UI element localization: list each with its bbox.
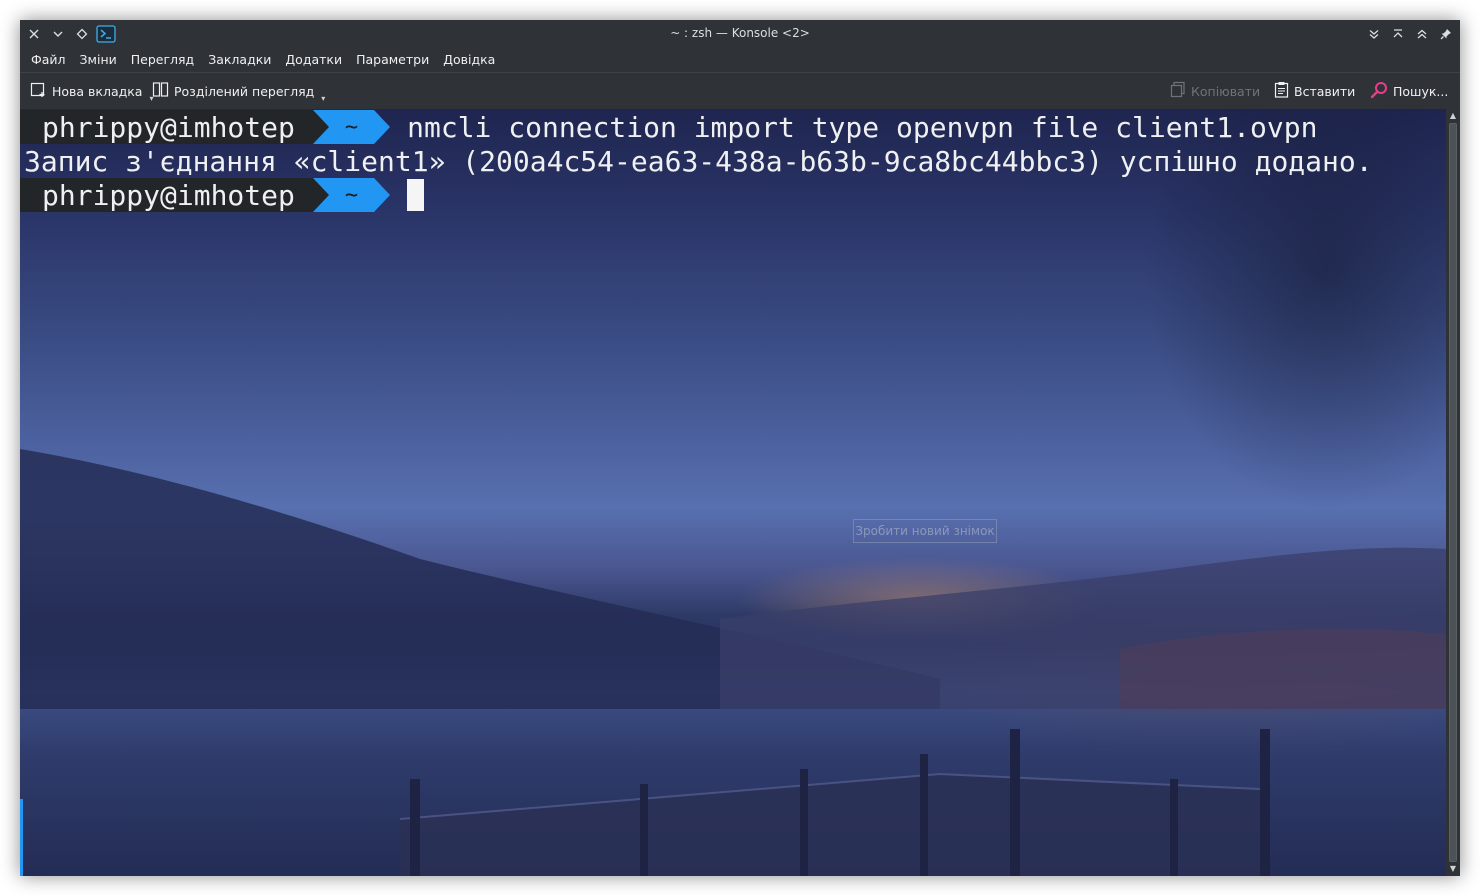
pin-icon[interactable] xyxy=(1436,24,1456,44)
menu-bar: Файл Зміни Перегляд Закладки Додатки Пар… xyxy=(20,48,1460,72)
menu-plugins[interactable]: Додатки xyxy=(278,48,349,72)
copy-label: Копіювати xyxy=(1191,83,1261,99)
menu-help[interactable]: Довідка xyxy=(436,48,502,72)
new-tab-label: Нова вкладка xyxy=(52,83,143,99)
scroll-thumb[interactable] xyxy=(1449,123,1457,862)
scroll-down-icon[interactable]: ▼ xyxy=(1446,863,1460,875)
terminal-view[interactable]: phrippy@imhotep ~ nmcli connection impor… xyxy=(20,109,1446,876)
prompt-user: phrippy@imhotep xyxy=(20,110,313,144)
menu-view[interactable]: Перегляд xyxy=(124,48,201,72)
background-tree xyxy=(1026,109,1446,709)
prompt-separator xyxy=(312,110,329,144)
command-output: Запис з'єднання «client1» (200a4c54-ea63… xyxy=(24,144,1373,178)
maximize-icon[interactable] xyxy=(1388,24,1408,44)
window-title: ~ : zsh — Konsole <2> xyxy=(670,26,810,40)
split-view-button[interactable]: Розділений перегляд ▾ xyxy=(152,73,325,109)
menu-settings[interactable]: Параметри xyxy=(349,48,436,72)
title-bar: ~ : zsh — Konsole <2> xyxy=(20,20,1460,48)
copy-button[interactable]: Копіювати xyxy=(1170,73,1260,109)
split-view-icon xyxy=(152,81,169,101)
prompt-user: phrippy@imhotep xyxy=(20,178,313,212)
prompt-separator-end xyxy=(374,110,391,144)
konsole-window: ~ : zsh — Konsole <2> Файл Зміни Перегля… xyxy=(20,20,1460,876)
text-cursor xyxy=(407,179,425,211)
new-tab-icon xyxy=(30,81,47,101)
search-label: Пошук... xyxy=(1393,83,1449,99)
menu-file[interactable]: Файл xyxy=(24,48,73,72)
activity-marker xyxy=(20,799,23,876)
prompt-dir: ~ xyxy=(328,178,375,212)
split-view-label: Розділений перегляд xyxy=(174,83,315,99)
command-text: nmcli connection import type openvpn fil… xyxy=(407,110,1318,144)
copy-icon xyxy=(1170,81,1186,101)
snapshot-hint: Зробити новий знімок xyxy=(853,519,997,543)
search-icon xyxy=(1370,81,1388,102)
vertical-scrollbar[interactable]: ▲ ▼ xyxy=(1446,109,1460,876)
prompt-line-2: phrippy@imhotep ~ xyxy=(20,178,425,212)
split-view-dropdown-icon[interactable]: ▾ xyxy=(321,94,325,103)
search-button[interactable]: Пошук... xyxy=(1370,73,1448,109)
prompt-separator xyxy=(312,178,329,212)
scroll-up-icon[interactable]: ▲ xyxy=(1446,110,1460,122)
prompt-line-1: phrippy@imhotep ~ nmcli connection impor… xyxy=(20,110,1317,144)
paste-button[interactable]: Вставити xyxy=(1274,73,1355,109)
raise-icon[interactable] xyxy=(1412,24,1432,44)
menu-edit[interactable]: Зміни xyxy=(73,48,124,72)
paste-icon xyxy=(1274,81,1289,101)
shade-icon[interactable] xyxy=(1364,24,1384,44)
prompt-separator-end xyxy=(374,178,391,212)
paste-label: Вставити xyxy=(1294,83,1356,99)
background-dock xyxy=(399,729,1270,876)
prompt-dir: ~ xyxy=(328,110,375,144)
menu-bookmarks[interactable]: Закладки xyxy=(201,48,278,72)
new-tab-button[interactable]: Нова вкладка ▾ xyxy=(30,73,153,109)
main-toolbar: Нова вкладка ▾ Розділений перегляд ▾ Коп… xyxy=(20,72,1460,109)
